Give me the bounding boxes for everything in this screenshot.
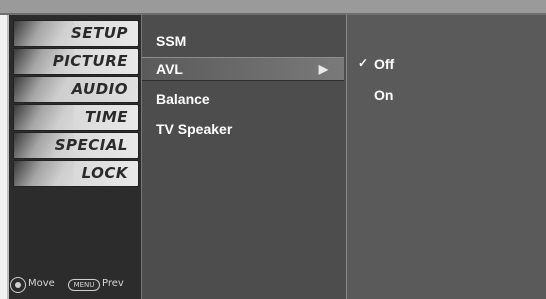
menu-item-label: TV Speaker bbox=[156, 121, 233, 137]
menu-item-avl[interactable]: AVL ▶ bbox=[142, 57, 344, 81]
menu-item-label: SSM bbox=[156, 33, 187, 49]
lock-icon bbox=[14, 161, 74, 186]
sidebar-item-lock[interactable]: LOCK bbox=[13, 160, 139, 187]
sidebar-item-label: AUDIO bbox=[71, 80, 128, 98]
option-label: Off bbox=[374, 56, 395, 72]
sidebar-item-label: TIME bbox=[85, 108, 128, 126]
move-joystick-icon bbox=[10, 277, 26, 293]
menu-key-icon: MENU bbox=[68, 279, 100, 291]
audio-menu: SSM AVL ▶ Balance TV Speaker bbox=[141, 15, 347, 299]
prev-hint-label: Prev bbox=[102, 278, 124, 289]
option-label: On bbox=[374, 87, 394, 103]
menu-item-ssm[interactable]: SSM bbox=[142, 30, 344, 52]
tv-osd-menu: SETUP PICTURE AUDIO TIME SPECIAL LOCK Mo… bbox=[0, 0, 546, 299]
sidebar: SETUP PICTURE AUDIO TIME SPECIAL LOCK bbox=[7, 15, 141, 299]
navigation-hint: Move MENU Prev bbox=[10, 277, 138, 293]
check-icon: ✓ bbox=[358, 56, 369, 70]
menu-item-label: Balance bbox=[156, 91, 210, 107]
sidebar-item-label: SETUP bbox=[71, 24, 128, 42]
menu-item-tv-speaker[interactable]: TV Speaker bbox=[142, 118, 344, 140]
top-bar bbox=[0, 0, 546, 13]
clock-icon bbox=[14, 105, 74, 130]
setup-icon bbox=[14, 21, 74, 46]
menu-item-label: AVL bbox=[156, 61, 183, 77]
option-on[interactable]: On bbox=[347, 84, 546, 106]
submenu-arrow-icon: ▶ bbox=[318, 62, 328, 76]
avl-submenu: ✓ Off On bbox=[346, 15, 546, 299]
option-off[interactable]: ✓ Off bbox=[347, 53, 546, 75]
sidebar-item-setup[interactable]: SETUP bbox=[13, 20, 139, 47]
audio-icon bbox=[14, 77, 74, 102]
sidebar-item-audio[interactable]: AUDIO bbox=[13, 76, 139, 103]
sidebar-item-special[interactable]: SPECIAL bbox=[13, 132, 139, 159]
sidebar-item-label: SPECIAL bbox=[54, 136, 128, 154]
menu-item-balance[interactable]: Balance bbox=[142, 88, 344, 110]
sidebar-item-label: LOCK bbox=[81, 164, 128, 182]
sidebar-item-time[interactable]: TIME bbox=[13, 104, 139, 131]
sidebar-item-label: PICTURE bbox=[52, 52, 128, 70]
move-hint-label: Move bbox=[28, 278, 55, 289]
sidebar-item-picture[interactable]: PICTURE bbox=[13, 48, 139, 75]
